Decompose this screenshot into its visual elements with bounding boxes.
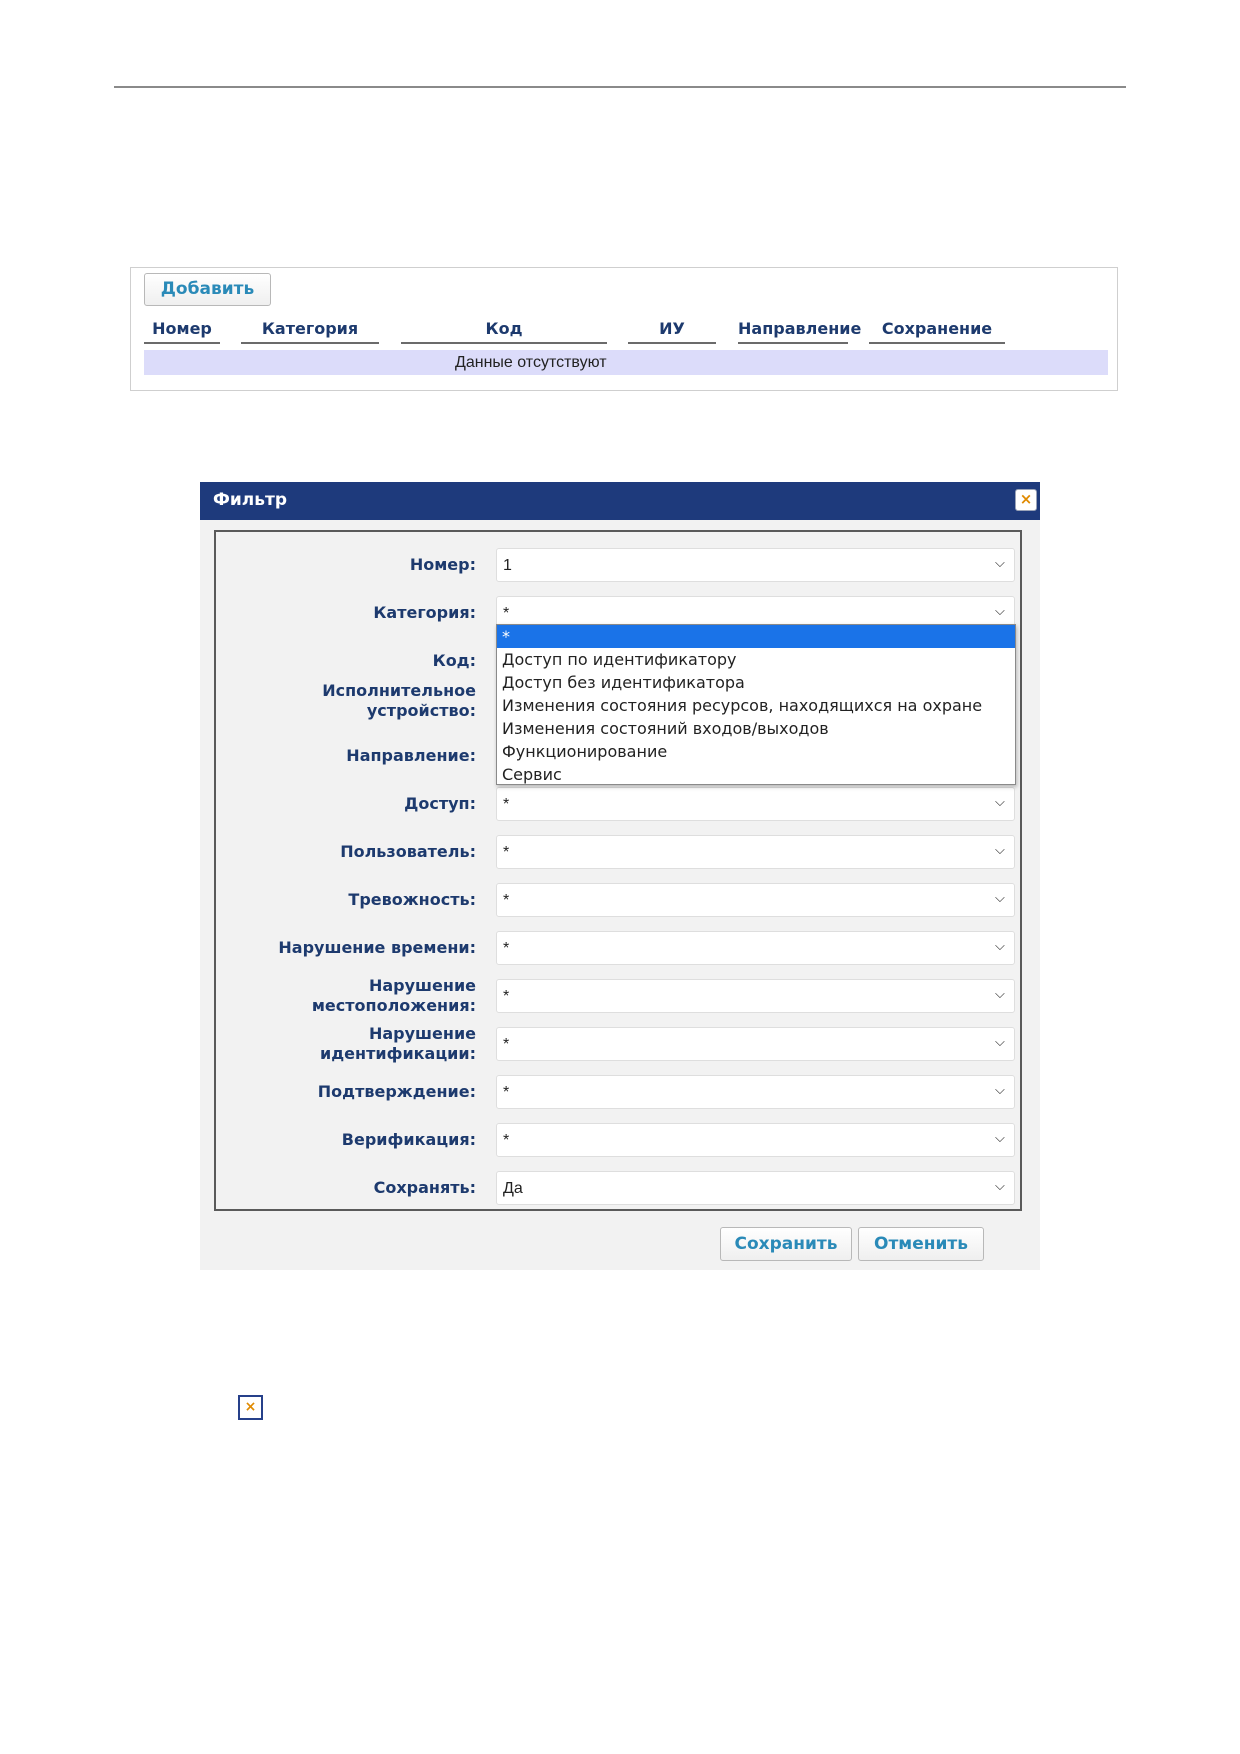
field-location-violation: Нарушение местоположения: * ⌵	[216, 974, 1020, 1018]
field-identification-violation: Нарушение идентификации: * ⌵	[216, 1022, 1020, 1066]
field-label: Направление:	[346, 746, 476, 765]
option-label: Изменения состояний входов/выходов	[502, 719, 829, 738]
chevron-down-icon: ⌵	[995, 1035, 1005, 1050]
field-label: Исполнительное устройство:	[322, 681, 476, 720]
dropdown-option[interactable]: *	[497, 625, 1015, 648]
chevron-down-icon: ⌵	[995, 1131, 1005, 1146]
field-time-violation: Нарушение времени: * ⌵	[216, 926, 1020, 970]
field-label: Нарушение местоположения:	[311, 976, 476, 1015]
select-value: *	[503, 796, 510, 813]
save-button[interactable]: Сохранить	[720, 1227, 852, 1261]
chevron-down-icon: ⌵	[995, 1179, 1005, 1194]
field-access: Доступ: * ⌵	[216, 782, 1020, 826]
option-label: Сервис	[502, 765, 562, 784]
dropdown-option[interactable]: Изменения состояния ресурсов, находящихс…	[497, 694, 1015, 717]
select-value: *	[503, 988, 510, 1005]
column-header-category[interactable]: Категория	[241, 318, 379, 344]
chevron-down-icon: ⌵	[995, 556, 1005, 571]
select-value: *	[503, 940, 510, 957]
option-label: Функционирование	[502, 742, 668, 761]
field-keep: Сохранять: Да ⌵	[216, 1166, 1020, 1210]
field-confirmation: Подтверждение: * ⌵	[216, 1070, 1020, 1114]
close-icon: ×	[238, 1395, 263, 1420]
select-value: *	[503, 1084, 510, 1101]
select-value: *	[503, 892, 510, 909]
close-icon[interactable]: ×	[1015, 489, 1037, 511]
page-header-rule	[114, 86, 1126, 88]
chevron-down-icon: ⌵	[995, 987, 1005, 1002]
add-button[interactable]: Добавить	[144, 273, 271, 306]
select-value: 1	[503, 557, 512, 574]
chevron-down-icon: ⌵	[995, 795, 1005, 810]
filter-dialog: Фильтр × Номер: 1 ⌵ Категория: * ⌵ Код: Ис…	[200, 482, 1040, 1270]
field-verification: Верификация: * ⌵	[216, 1118, 1020, 1162]
events-panel: Добавить Номер Категория Код ИУ Направле…	[130, 267, 1118, 391]
user-select[interactable]: * ⌵	[496, 835, 1015, 869]
field-label: Доступ:	[404, 794, 476, 813]
dropdown-option[interactable]: Доступ без идентификатора	[497, 671, 1015, 694]
empty-table-row: Данные отсутствуют	[144, 350, 1108, 375]
select-value: *	[503, 1132, 510, 1149]
field-label: Категория:	[373, 603, 476, 622]
identification-violation-select[interactable]: * ⌵	[496, 1027, 1015, 1061]
time-violation-select[interactable]: * ⌵	[496, 931, 1015, 965]
number-select[interactable]: 1 ⌵	[496, 548, 1015, 582]
column-header-device[interactable]: ИУ	[628, 318, 716, 344]
select-value: *	[503, 1036, 510, 1053]
column-header-code[interactable]: Код	[401, 318, 607, 344]
field-label: Тревожность:	[348, 890, 476, 909]
dropdown-option[interactable]: Изменения состояний входов/выходов	[497, 717, 1015, 740]
column-header-number[interactable]: Номер	[144, 318, 220, 344]
category-dropdown-list: * Доступ по идентификатору Доступ без ид…	[496, 624, 1016, 785]
field-label: Сохранять:	[373, 1178, 476, 1197]
keep-select[interactable]: Да ⌵	[496, 1171, 1015, 1205]
location-violation-select[interactable]: * ⌵	[496, 979, 1015, 1013]
access-select[interactable]: * ⌵	[496, 787, 1015, 821]
alarm-select[interactable]: * ⌵	[496, 883, 1015, 917]
dropdown-option[interactable]: Функционирование	[497, 740, 1015, 763]
field-user: Пользователь: * ⌵	[216, 830, 1020, 874]
chevron-down-icon: ⌵	[995, 604, 1005, 619]
field-label: Нарушение идентификации:	[320, 1024, 476, 1063]
chevron-down-icon: ⌵	[995, 1083, 1005, 1098]
field-alarm: Тревожность: * ⌵	[216, 878, 1020, 922]
field-label: Подтверждение:	[317, 1082, 476, 1101]
option-label: *	[502, 627, 510, 646]
field-label: Номер:	[409, 555, 476, 574]
option-label: Доступ без идентификатора	[502, 673, 745, 692]
dialog-titlebar: Фильтр ×	[200, 482, 1040, 520]
option-label: Изменения состояния ресурсов, находящихс…	[502, 696, 983, 715]
dropdown-option[interactable]: Доступ по идентификатору	[497, 648, 1015, 671]
cancel-button[interactable]: Отменить	[858, 1227, 984, 1261]
select-value: *	[503, 844, 510, 861]
confirmation-select[interactable]: * ⌵	[496, 1075, 1015, 1109]
option-label: Доступ по идентификатору	[502, 650, 737, 669]
chevron-down-icon: ⌵	[995, 891, 1005, 906]
empty-message: Данные отсутствуют	[455, 354, 607, 371]
field-label: Код:	[432, 651, 476, 670]
chevron-down-icon: ⌵	[995, 939, 1005, 954]
chevron-down-icon: ⌵	[995, 843, 1005, 858]
dialog-title: Фильтр	[213, 490, 287, 510]
column-header-direction[interactable]: Направление	[738, 318, 861, 344]
field-number: Номер: 1 ⌵	[216, 543, 1020, 587]
field-label: Верификация:	[341, 1130, 476, 1149]
field-label: Нарушение времени:	[278, 938, 476, 957]
verification-select[interactable]: * ⌵	[496, 1123, 1015, 1157]
column-header-save[interactable]: Сохранение	[869, 318, 1005, 344]
field-label: Пользователь:	[340, 842, 476, 861]
dropdown-option[interactable]: Сервис	[497, 763, 1015, 786]
select-value: Да	[503, 1180, 523, 1197]
select-value: *	[503, 605, 510, 622]
